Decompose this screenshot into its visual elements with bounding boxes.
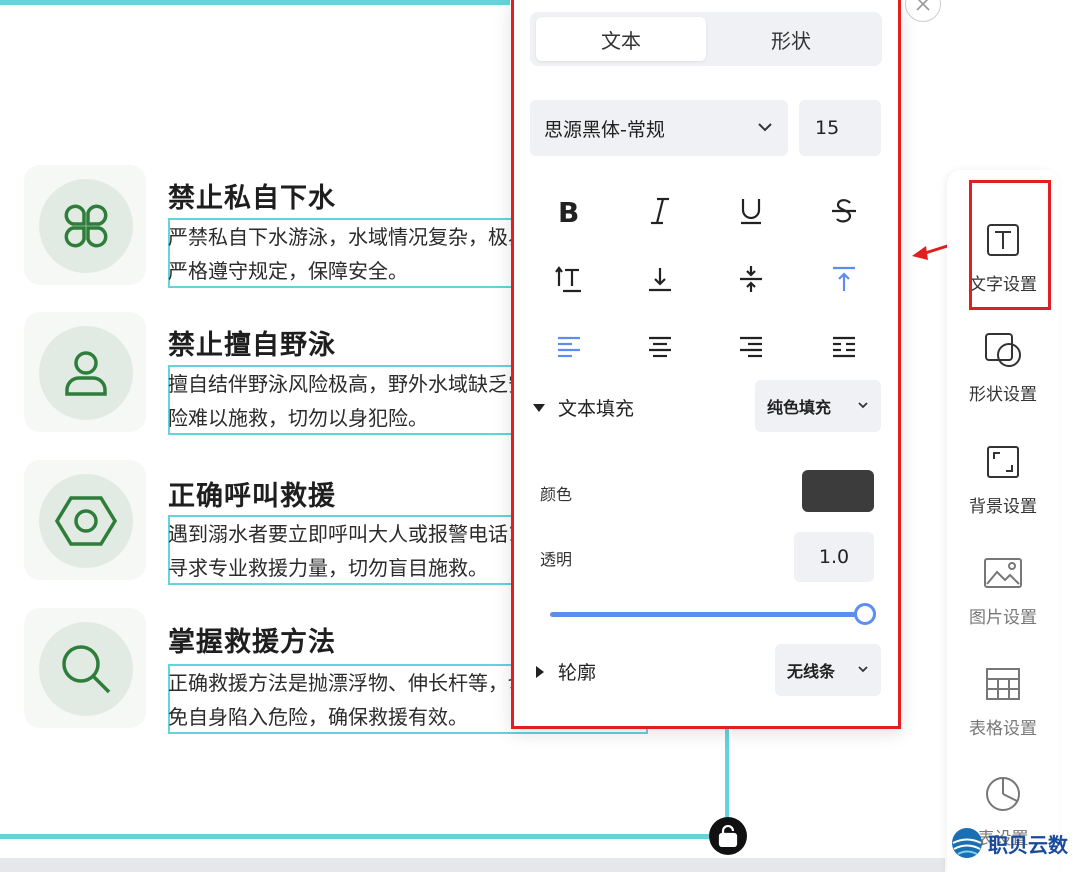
align-bottom-button[interactable] — [635, 254, 685, 304]
font-size-input[interactable]: 15 — [799, 100, 881, 156]
align-left-button[interactable] — [544, 322, 594, 372]
icon-circle — [39, 179, 133, 273]
align-top-icon — [833, 266, 855, 291]
item-icon-card[interactable] — [24, 165, 146, 285]
sidebar-item-background-settings[interactable]: 背景设置 — [947, 440, 1059, 517]
item-title[interactable]: 掌握救援方法 — [168, 620, 336, 659]
align-bottom-icon — [649, 268, 671, 292]
text-fill-section[interactable]: 文本填充 — [532, 394, 634, 421]
image-settings-icon — [984, 558, 1022, 588]
item-icon-card[interactable] — [24, 608, 146, 728]
selection-border-top — [0, 0, 510, 5]
watermark: 职贝云数 — [950, 826, 1068, 860]
clover-icon — [64, 204, 108, 248]
sidebar-item-label: 图片设置 — [969, 608, 1037, 628]
close-icon — [916, 0, 930, 11]
opacity-input[interactable]: 1.0 — [794, 532, 874, 582]
lock-button[interactable] — [709, 817, 747, 855]
text-fill-label: 文本填充 — [558, 398, 635, 420]
align-center-icon — [649, 336, 671, 358]
tab-shape[interactable]: 形状 — [706, 17, 876, 61]
search-icon — [62, 645, 111, 694]
sidebar-item-label: 背景设置 — [969, 497, 1037, 517]
globe-logo-icon — [952, 828, 982, 858]
underline-icon — [741, 199, 761, 225]
align-left-icon — [558, 336, 580, 358]
hexagon-nut-icon — [55, 496, 117, 546]
outline-section[interactable]: 轮廓 — [534, 658, 596, 685]
justify-button[interactable] — [819, 322, 869, 372]
item-icon-card[interactable] — [24, 460, 146, 580]
watermark-text: 职贝云数 — [988, 832, 1068, 857]
italic-icon — [651, 197, 669, 225]
selection-border-bottom — [0, 834, 728, 839]
canvas-bottom-strip — [0, 858, 945, 872]
table-settings-icon — [986, 668, 1020, 700]
underline-button[interactable] — [726, 186, 776, 236]
icon-circle — [39, 622, 133, 716]
strikethrough-button[interactable] — [819, 186, 869, 236]
lock-icon — [718, 825, 738, 847]
item-icon-card[interactable] — [24, 312, 146, 432]
italic-button[interactable] — [635, 186, 685, 236]
tab-text[interactable]: 文本 — [536, 17, 706, 61]
outline-label: 轮廓 — [558, 662, 597, 684]
fill-type-dropdown[interactable]: 纯色填充 — [755, 380, 881, 432]
align-middle-icon — [740, 266, 762, 292]
icon-circle — [39, 326, 133, 420]
vertical-text-icon — [555, 266, 581, 293]
align-middle-button[interactable] — [726, 254, 776, 304]
sidebar-item-shape-settings[interactable]: 形状设置 — [947, 328, 1059, 405]
shape-settings-icon — [985, 333, 1021, 367]
opacity-slider-track[interactable] — [550, 612, 865, 617]
align-right-button[interactable] — [726, 322, 776, 372]
opacity-label: 透明 — [540, 550, 573, 569]
chevron-down-icon — [758, 123, 772, 132]
caret-down-icon — [533, 403, 545, 412]
opacity-slider-handle[interactable] — [854, 603, 876, 625]
color-label: 颜色 — [540, 485, 573, 504]
outline-value: 无线条 — [787, 662, 836, 681]
sidebar-item-table-settings[interactable]: 表格设置 — [947, 662, 1059, 739]
item-title[interactable]: 禁止私自下水 — [168, 176, 336, 215]
person-icon — [65, 351, 107, 396]
chevron-down-icon — [858, 402, 868, 409]
vertical-text-button[interactable] — [544, 254, 594, 304]
text-properties-panel: 文本 形状 思源黑体-常规 15 B 文本填充 纯色填充 颜色 透明 1.0 轮… — [511, 0, 901, 729]
panel-tabs: 文本 形状 — [530, 12, 882, 66]
sidebar-item-label: 形状设置 — [969, 385, 1037, 405]
background-settings-icon — [987, 446, 1019, 478]
fill-type-value: 纯色填充 — [767, 398, 832, 417]
font-family-select[interactable]: 思源黑体-常规 — [530, 100, 788, 156]
justify-icon — [833, 336, 855, 358]
strikethrough-icon — [832, 199, 856, 223]
item-title[interactable]: 禁止擅自野泳 — [168, 323, 336, 362]
align-right-icon — [740, 336, 762, 358]
sidebar-highlight-annotation — [969, 180, 1051, 310]
item-title[interactable]: 正确呼叫救援 — [168, 474, 336, 513]
icon-circle — [39, 474, 133, 568]
sidebar-item-image-settings[interactable]: 图片设置 — [947, 551, 1059, 628]
chevron-down-icon — [858, 666, 868, 673]
caret-right-icon — [536, 665, 544, 678]
outline-dropdown[interactable]: 无线条 — [775, 644, 881, 696]
svg-text:B: B — [558, 196, 579, 226]
color-swatch[interactable] — [802, 470, 874, 512]
bold-button[interactable]: B — [544, 186, 594, 236]
font-family-value: 思源黑体-常规 — [544, 118, 665, 141]
sidebar-item-label: 表格设置 — [969, 719, 1037, 739]
align-center-button[interactable] — [635, 322, 685, 372]
align-top-button[interactable] — [819, 254, 869, 304]
bold-icon: B — [558, 196, 579, 226]
chart-settings-icon — [986, 777, 1020, 811]
